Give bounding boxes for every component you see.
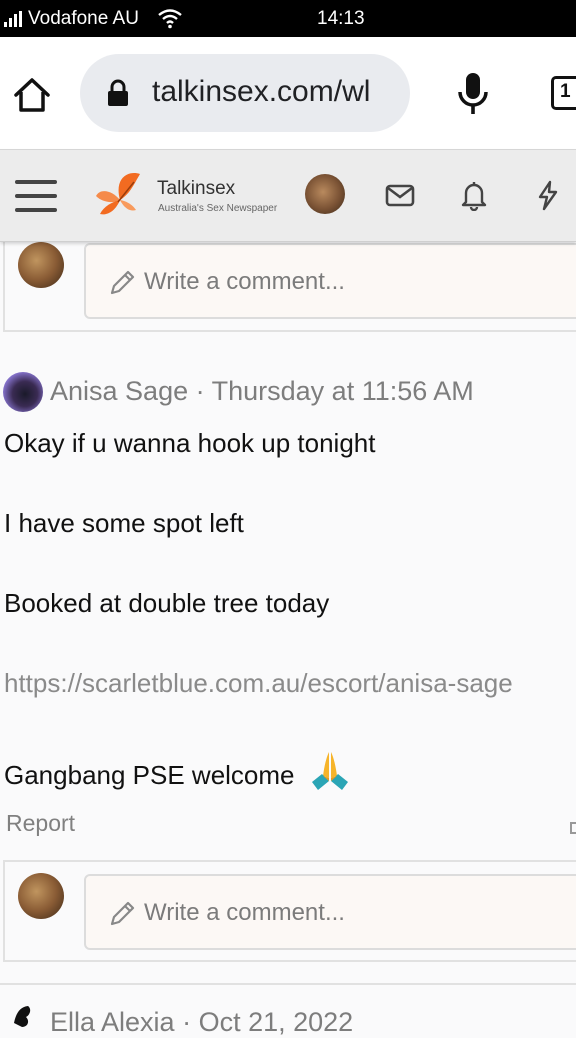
- lock-icon: [108, 79, 128, 106]
- post-meta: Anisa Sage · Thursday at 11:56 AM: [50, 376, 474, 407]
- address-bar[interactable]: talkinsex.com/wl: [80, 54, 410, 132]
- post-link[interactable]: https://scarletblue.com.au/escort/anisa-…: [4, 668, 513, 699]
- home-icon[interactable]: [10, 73, 54, 117]
- url-text: talkinsex.com/wl: [152, 75, 371, 108]
- logo-tagline: Australia's Sex Newspaper: [158, 203, 278, 214]
- post-last-line: Gangbang PSE welcome: [4, 760, 295, 790]
- menu-icon[interactable]: [15, 178, 57, 214]
- author-name[interactable]: Anisa Sage: [50, 376, 188, 406]
- site-header: Talkinsex Australia's Sex Newspaper: [0, 149, 576, 242]
- comment-card: Write a comment...: [3, 230, 576, 332]
- meta-separator: ·: [188, 376, 212, 406]
- comment-placeholder: Write a comment...: [144, 899, 345, 926]
- share-icon[interactable]: [570, 822, 576, 834]
- wifi-icon: [158, 9, 182, 29]
- carrier-name: Vodafone AU: [28, 8, 139, 29]
- praying-hands-icon: [311, 752, 348, 790]
- report-link[interactable]: Report: [6, 810, 75, 837]
- comment-card: Write a comment...: [3, 860, 576, 962]
- bell-icon[interactable]: [458, 179, 490, 211]
- signal-icon: [4, 11, 22, 27]
- comment-input[interactable]: Write a comment...: [84, 243, 576, 319]
- author-avatar[interactable]: [10, 1003, 36, 1029]
- post-timestamp[interactable]: Thursday at 11:56 AM: [212, 376, 474, 406]
- next-post: Ella Alexia · Oct 21, 2022: [0, 983, 576, 1037]
- comment-placeholder: Write a comment...: [144, 268, 345, 295]
- post-meta: Ella Alexia · Oct 21, 2022: [50, 1007, 353, 1038]
- author-avatar[interactable]: [3, 372, 43, 412]
- mail-icon[interactable]: [384, 179, 416, 211]
- commenter-avatar[interactable]: [18, 873, 64, 919]
- post-text-line: Booked at double tree today: [4, 588, 330, 618]
- commenter-avatar[interactable]: [18, 242, 64, 288]
- status-time: 14:13: [317, 8, 365, 29]
- butterfly-logo-icon[interactable]: [94, 170, 146, 220]
- author-name[interactable]: Ella Alexia: [50, 1007, 175, 1037]
- meta-separator: ·: [174, 1007, 199, 1037]
- logo-name[interactable]: Talkinsex: [157, 178, 235, 200]
- post-text-line: I have some spot left: [4, 508, 244, 538]
- lightning-icon[interactable]: [532, 179, 564, 211]
- post-text-line: Okay if u wanna hook up tonight: [4, 428, 376, 458]
- tab-switcher-button[interactable]: 1: [551, 76, 576, 110]
- pencil-icon: [110, 901, 135, 926]
- post-text-line: Gangbang PSE welcome: [4, 748, 352, 792]
- post-timestamp[interactable]: Oct 21, 2022: [199, 1007, 354, 1037]
- user-avatar[interactable]: [305, 174, 345, 214]
- comment-input[interactable]: Write a comment...: [84, 874, 576, 950]
- pencil-icon: [110, 270, 135, 295]
- status-bar: Vodafone AU 14:13: [0, 0, 576, 37]
- browser-toolbar: talkinsex.com/wl 1: [0, 37, 576, 149]
- microphone-icon[interactable]: [455, 71, 491, 117]
